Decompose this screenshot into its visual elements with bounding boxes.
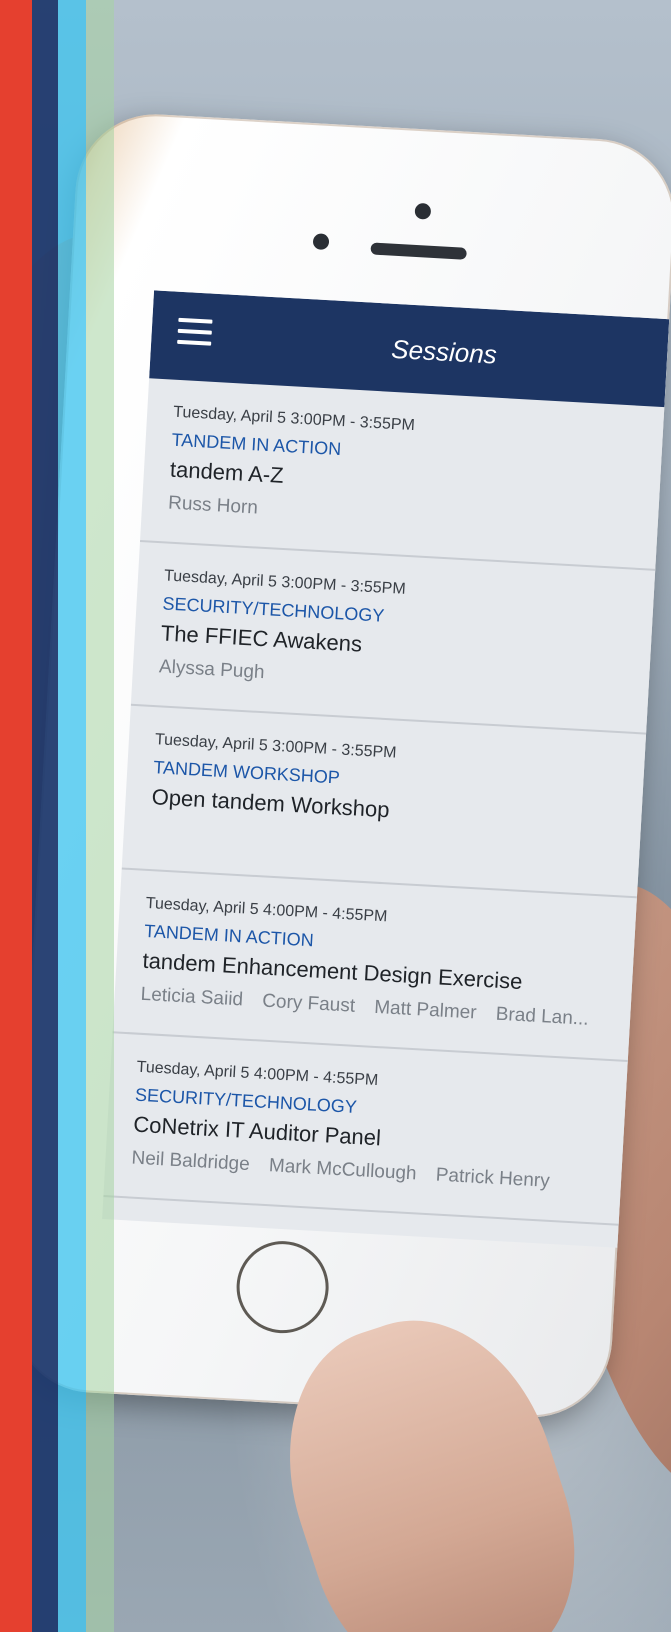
session-list: Tuesday, April 5 3:00PM - 3:55PM TANDEM … — [103, 378, 665, 1226]
session-item[interactable]: Tuesday, April 5 4:00PM - 4:55PM TANDEM … — [112, 869, 637, 1063]
speaker-name: Patrick Henry — [435, 1164, 551, 1192]
session-item[interactable]: Tuesday, April 5 4:00PM - 4:55PM SECURIT… — [103, 1033, 628, 1226]
cyan-stripe — [58, 0, 86, 1632]
app-screen: Sessions Tuesday, April 5 3:00PM - 3:55P… — [102, 290, 670, 1248]
red-stripe — [0, 0, 32, 1632]
session-item[interactable]: Tuesday, April 5 3:00PM - 3:55PM SECURIT… — [130, 542, 656, 735]
session-item[interactable]: Tuesday, April 5 3:00PM - 3:55PM TANDEM … — [121, 705, 647, 899]
page-title: Sessions — [390, 333, 498, 370]
speaker-name: Neil Baldridge — [130, 1147, 251, 1176]
speaker-name: Leticia Saiid — [140, 983, 244, 1011]
home-button[interactable] — [234, 1238, 332, 1336]
speaker-name: Cory Faust — [261, 990, 356, 1017]
front-camera-icon — [414, 202, 432, 220]
green-stripe — [86, 0, 114, 1632]
speaker-name: Mark McCullough — [268, 1155, 418, 1185]
speaker-name: Brad Lan... — [495, 1003, 590, 1030]
speaker-name: Russ Horn — [167, 492, 259, 519]
session-item[interactable]: Tuesday, April 5 3:00PM - 3:55PM TANDEM … — [139, 378, 665, 571]
proximity-sensor-icon — [312, 233, 330, 251]
speaker-name: Alyssa Pugh — [158, 656, 266, 684]
earpiece-speaker — [370, 242, 467, 260]
speaker-name: Matt Palmer — [373, 996, 478, 1024]
navy-stripe — [32, 0, 58, 1632]
